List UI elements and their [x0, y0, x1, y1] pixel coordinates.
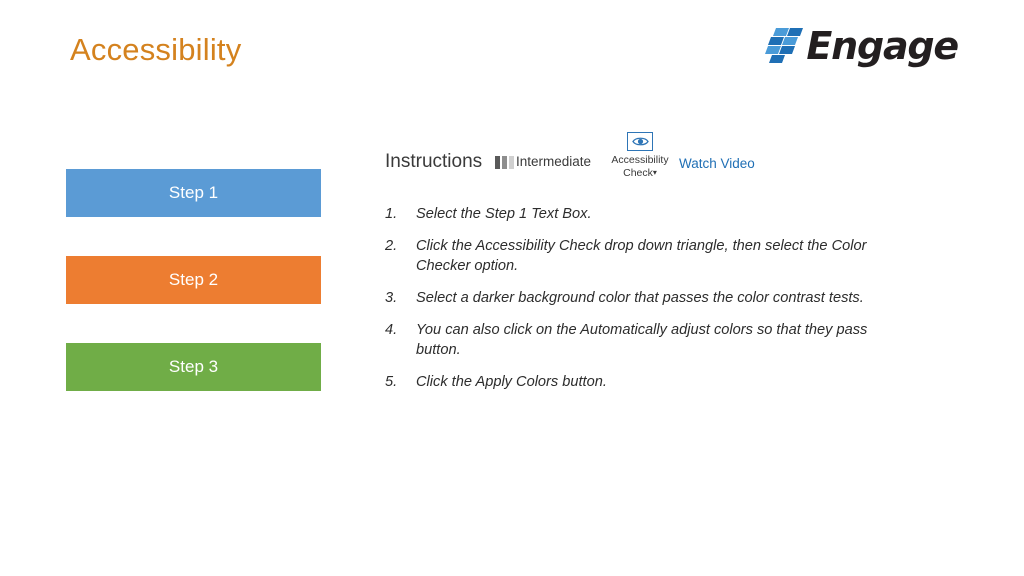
accessibility-check-label-line1: Accessibility	[611, 154, 669, 166]
instructions-heading: Instructions	[385, 151, 483, 172]
brand-wordmark: Engage	[806, 24, 959, 68]
instructions-header: Instructions Intermediate Accessibility …	[385, 130, 945, 190]
list-item-text: Click the Accessibility Check drop down …	[416, 238, 867, 274]
page-title: Accessibility	[70, 32, 242, 67]
instruction-list: 1. Select the Step 1 Text Box. 2. Click …	[385, 204, 901, 404]
list-item-text: Click the Apply Colors button.	[416, 374, 607, 390]
list-item: 2. Click the Accessibility Check drop do…	[385, 236, 901, 276]
step-3-label: Step 3	[168, 357, 219, 376]
list-item: 3. Select a darker background color that…	[385, 288, 901, 308]
accessibility-check-button[interactable]: Accessibility Check▾	[600, 132, 680, 179]
eye-accessibility-check-icon	[627, 132, 653, 151]
list-item-number: 3.	[385, 290, 398, 306]
difficulty-label: Intermediate	[516, 154, 592, 169]
chevron-down-icon[interactable]: ▾	[653, 168, 657, 177]
step-3-textbox[interactable]: Step 3	[66, 343, 321, 391]
brand-logo: Engage	[764, 24, 959, 68]
accessibility-check-label-line2: Check▾	[600, 167, 680, 180]
list-item-number: 5.	[385, 374, 398, 390]
list-item-text: You can also click on the Automatically …	[416, 322, 868, 358]
list-item: 4. You can also click on the Automatical…	[385, 320, 901, 360]
difficulty-bar-2	[502, 156, 507, 169]
step-2-label: Step 2	[168, 270, 219, 289]
step-2-textbox[interactable]: Step 2	[66, 256, 321, 304]
watch-video-link[interactable]: Watch Video	[679, 156, 755, 171]
list-item-number: 1.	[385, 206, 398, 222]
list-item-text: Select a darker background color that pa…	[416, 290, 864, 306]
list-item: 5. Click the Apply Colors button.	[385, 372, 901, 392]
difficulty-bar-3	[509, 156, 514, 169]
difficulty-bars-icon	[495, 156, 514, 169]
step-1-textbox[interactable]: Step 1	[66, 169, 321, 217]
accessibility-check-label-text: Check	[623, 166, 653, 179]
engage-checker-blocks-icon	[765, 28, 804, 63]
step-1-label: Step 1	[168, 183, 219, 202]
list-item-number: 4.	[385, 322, 398, 338]
list-item: 1. Select the Step 1 Text Box.	[385, 204, 901, 224]
list-item-number: 2.	[385, 238, 398, 254]
list-item-text: Select the Step 1 Text Box.	[416, 206, 592, 222]
difficulty-bar-1	[495, 156, 500, 169]
